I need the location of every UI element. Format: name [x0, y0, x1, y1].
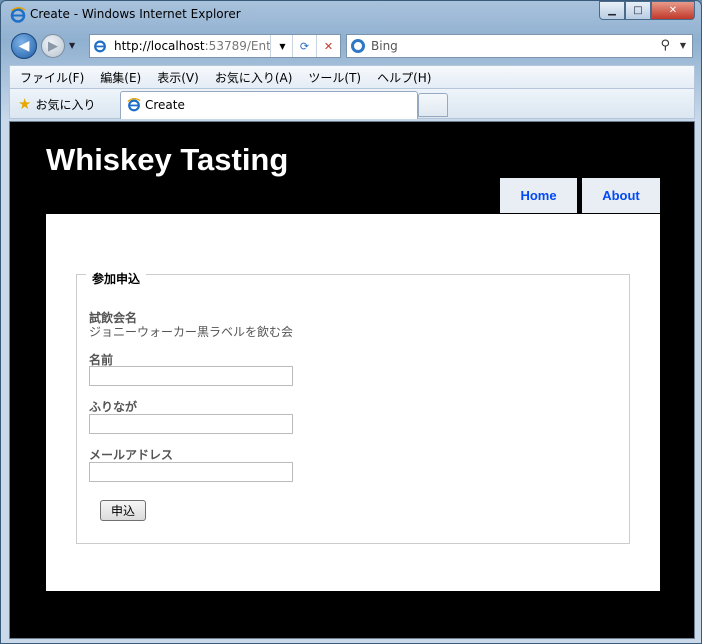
tab-label: Create [145, 98, 185, 112]
menu-edit[interactable]: 編集(E) [100, 69, 141, 86]
menu-file[interactable]: ファイル(F) [20, 69, 84, 86]
menu-bar: ファイル(F) 編集(E) 表示(V) お気に入り(A) ツール(T) ヘルプ(… [9, 65, 695, 89]
nav-home-link[interactable]: Home [500, 178, 577, 213]
ie-logo-icon [10, 7, 26, 23]
email-input[interactable] [89, 462, 293, 482]
registration-fieldset [76, 274, 630, 544]
back-arrow-icon: ◀ [18, 38, 30, 54]
search-box[interactable]: Bing ⚲ ▼ [346, 34, 693, 58]
favorites-button[interactable]: ★ お気に入り [18, 95, 95, 113]
address-dropdown-icon[interactable]: ▼ [270, 35, 294, 57]
refresh-icon[interactable]: ⟳ [292, 35, 316, 57]
stop-icon[interactable]: ✕ [316, 35, 340, 57]
search-icon[interactable]: ⚲ [660, 38, 670, 53]
site-title: Whiskey Tasting [46, 142, 289, 177]
name-input[interactable] [89, 366, 293, 386]
url-host: http://localhost [114, 39, 205, 53]
search-dropdown-icon[interactable]: ▼ [680, 41, 686, 50]
tab-bar: ★ お気に入り Create [9, 89, 695, 119]
minimize-button[interactable]: ▁ [599, 1, 625, 20]
menu-help[interactable]: ヘルプ(H) [377, 69, 431, 86]
maximize-button[interactable]: □ [625, 1, 651, 20]
menu-favorites[interactable]: お気に入り(A) [215, 69, 293, 86]
url-path: :53789/Ent [204, 39, 270, 53]
address-bar[interactable]: http://localhost:53789/Ent ▼ ⟳ ✕ [89, 34, 341, 58]
history-dropdown-icon[interactable]: ▼ [69, 41, 75, 50]
menu-tools[interactable]: ツール(T) [308, 69, 361, 86]
title-bar: Create - Windows Internet Explorer ▁ □ ✕ [1, 1, 701, 29]
tab-create[interactable]: Create [120, 91, 418, 119]
tab-ie-icon [127, 98, 141, 112]
search-provider: Bing [371, 39, 398, 53]
window-title: Create - Windows Internet Explorer [30, 7, 241, 21]
event-name-value: ジョニーウォーカー黒ラベルを飲む会 [89, 325, 294, 339]
menu-view[interactable]: 表示(V) [157, 69, 199, 86]
navigation-bar: ◀ ▶ ▼ http://localhost:53789/Ent ▼ ⟳ ✕ B… [1, 29, 701, 63]
fieldset-legend: 参加申込 [86, 270, 147, 287]
submit-button[interactable]: 申込 [100, 500, 146, 521]
window-controls: ▁ □ ✕ [599, 1, 695, 21]
star-icon: ★ [18, 95, 32, 113]
furigana-input[interactable] [89, 414, 293, 434]
page-content: Whiskey Tasting Home About 参加申込 試飲会名 ジョニ… [9, 121, 695, 639]
page-ie-icon [94, 40, 106, 53]
forward-button[interactable]: ▶ [41, 34, 65, 58]
bing-logo-icon [351, 39, 365, 53]
browser-window: Create - Windows Internet Explorer ▁ □ ✕… [0, 0, 702, 644]
forward-arrow-icon: ▶ [48, 38, 58, 54]
main-panel: 参加申込 試飲会名 ジョニーウォーカー黒ラベルを飲む会 名前 ふりなが メールア… [46, 214, 660, 591]
nav-about-link[interactable]: About [582, 178, 660, 213]
close-window-button[interactable]: ✕ [651, 1, 695, 20]
furigana-label: ふりなが [89, 400, 138, 414]
favorites-label: お気に入り [35, 97, 96, 112]
back-button[interactable]: ◀ [11, 33, 37, 59]
email-label: メールアドレス [89, 448, 174, 462]
address-url[interactable]: http://localhost:53789/Ent [114, 39, 270, 53]
new-tab-button[interactable] [418, 93, 448, 117]
